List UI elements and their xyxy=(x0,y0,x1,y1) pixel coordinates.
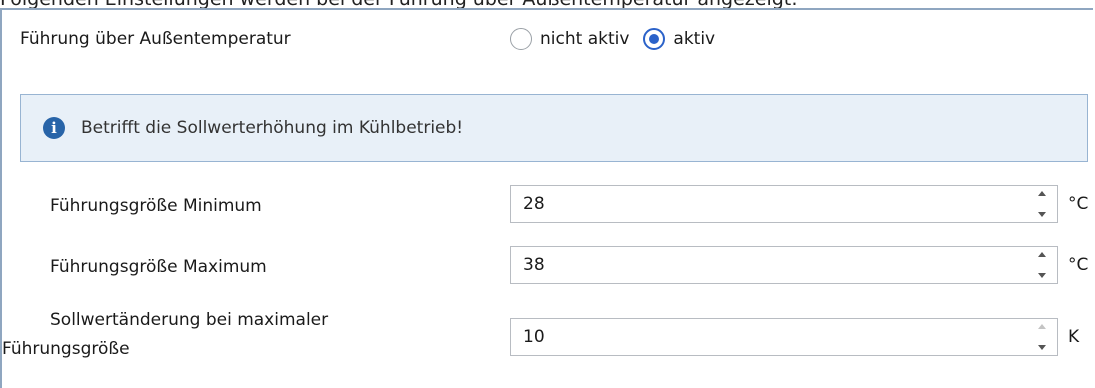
info-icon: i xyxy=(43,117,65,139)
radio-dot-icon xyxy=(649,34,660,44)
setpoint-change-label-line1: Sollwertänderung bei maximaler xyxy=(50,310,329,330)
info-box: i Betrifft die Sollwerterhöhung im Kühlb… xyxy=(20,94,1088,162)
guidance-min-unit: °C xyxy=(1068,194,1089,214)
radio-active[interactable]: aktiv xyxy=(643,28,715,50)
outside-temp-guidance-radio-group: nicht aktiv aktiv xyxy=(510,28,729,50)
info-text: Betrifft die Sollwerterhöhung im Kühlbet… xyxy=(81,118,464,138)
guidance-min-value[interactable]: 28 xyxy=(523,194,545,214)
guidance-min-spinbox[interactable]: 28 xyxy=(510,185,1058,223)
guidance-min-label: Führungsgröße Minimum xyxy=(50,196,262,216)
radio-unchecked-icon[interactable] xyxy=(510,28,532,50)
increment-arrow-icon[interactable] xyxy=(1038,191,1046,196)
setpoint-change-label-line2: Führungsgröße xyxy=(2,339,130,359)
increment-arrow-icon[interactable] xyxy=(1038,324,1046,329)
radio-not-active-label: nicht aktiv xyxy=(540,29,630,49)
outside-temp-guidance-label: Führung über Außentemperatur xyxy=(20,29,291,49)
setpoint-change-value[interactable]: 10 xyxy=(523,327,545,347)
decrement-arrow-icon[interactable] xyxy=(1038,212,1046,217)
spin-arrows xyxy=(1035,324,1049,350)
guidance-max-label: Führungsgröße Maximum xyxy=(50,257,267,277)
guidance-max-spinbox[interactable]: 38 xyxy=(510,246,1058,284)
radio-not-active[interactable]: nicht aktiv xyxy=(510,28,629,50)
increment-arrow-icon[interactable] xyxy=(1038,252,1046,257)
guidance-max-value[interactable]: 38 xyxy=(523,255,545,275)
spin-arrows xyxy=(1035,252,1049,278)
guidance-max-unit: °C xyxy=(1068,255,1089,275)
radio-checked-icon[interactable] xyxy=(643,28,666,50)
setpoint-change-spinbox[interactable]: 10 xyxy=(510,318,1058,356)
setpoint-change-unit: K xyxy=(1068,327,1080,347)
decrement-arrow-icon[interactable] xyxy=(1038,273,1046,278)
spin-arrows xyxy=(1035,191,1049,217)
decrement-arrow-icon[interactable] xyxy=(1038,345,1046,350)
radio-active-label: aktiv xyxy=(673,29,716,49)
